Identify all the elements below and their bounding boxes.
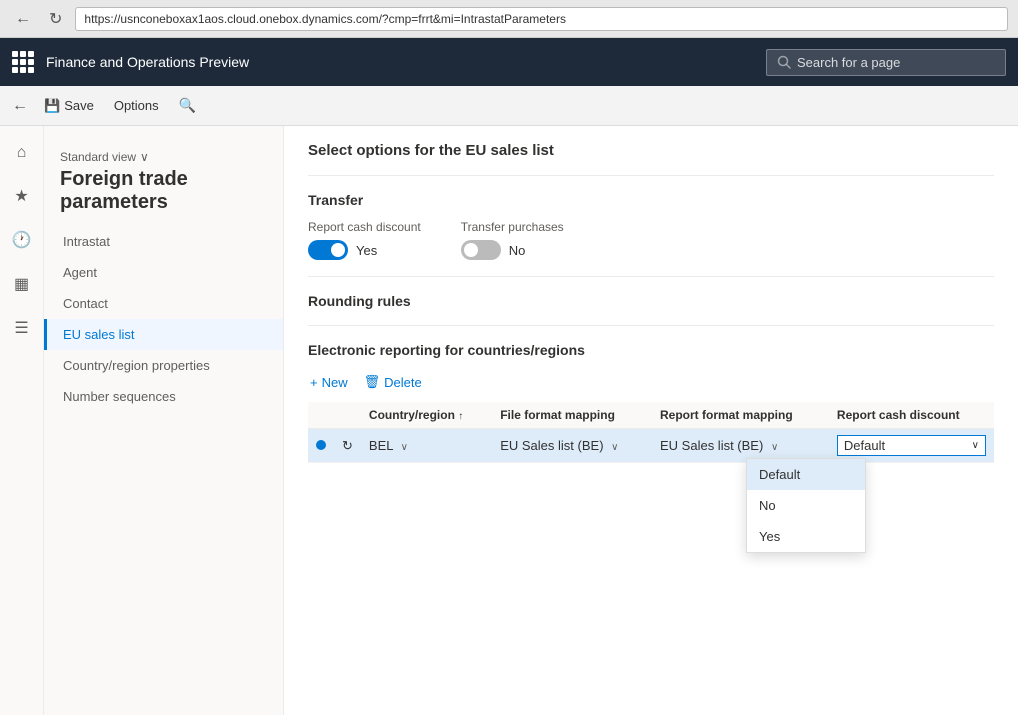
table-toolbar: + New 🗑 Delete	[308, 370, 994, 394]
row-refresh-cell[interactable]: ↻	[334, 429, 361, 463]
country-value: BEL	[369, 438, 393, 453]
sidebar-item-eu-sales-list[interactable]: EU sales list	[44, 319, 283, 350]
row-radio-cell[interactable]	[308, 429, 334, 463]
main-layout: ⌂ ★ 🕐 ▦ ☰ Standard view ∨ Foreign trade …	[0, 126, 1018, 715]
refresh-button[interactable]: ↻	[44, 7, 67, 31]
trash-icon: 🗑	[364, 374, 381, 390]
dropdown-option-no[interactable]: No	[747, 490, 865, 521]
transfer-purchases-value: No	[509, 243, 526, 258]
app-header: Finance and Operations Preview Search fo…	[0, 38, 1018, 86]
divider-3	[308, 325, 994, 326]
save-button[interactable]: 💾 Save	[36, 94, 102, 118]
url-bar[interactable]	[75, 7, 1008, 31]
app-grid-icon[interactable]	[12, 51, 34, 73]
report-cash-discount-toggle[interactable]	[308, 240, 348, 260]
rounding-rules-title: Rounding rules	[308, 293, 994, 309]
transfer-purchases-toggle[interactable]	[461, 240, 501, 260]
sidebar-item-contact[interactable]: Contact	[44, 288, 283, 319]
report-cash-discount-toggle-row: Yes	[308, 240, 421, 260]
sidebar-modules-icon[interactable]: ▦	[8, 268, 35, 300]
search-placeholder-text: Search for a page	[797, 55, 900, 70]
divider-2	[308, 276, 994, 277]
new-button[interactable]: + New	[308, 371, 350, 394]
standard-view-button[interactable]: Standard view ∨	[60, 150, 267, 164]
main-content: Select options for the EU sales list Tra…	[284, 126, 1018, 715]
sidebar-item-number-sequences[interactable]: Number sequences	[44, 381, 283, 412]
delete-label: Delete	[384, 375, 422, 390]
table-row: ↻ BEL ∨ EU Sales list (BE) ∨ EU Sales li…	[308, 429, 994, 463]
electronic-reporting-table: Country/region ↑ File format mapping Rep…	[308, 402, 994, 463]
row-file-format-cell: EU Sales list (BE) ∨	[492, 429, 652, 463]
toggle-slider-on	[308, 240, 348, 260]
report-format-chevron-icon: ∨	[771, 442, 778, 453]
section-title: Select options for the EU sales list	[308, 142, 994, 159]
cash-discount-value: Default	[844, 438, 885, 453]
file-format-value: EU Sales list (BE)	[500, 438, 603, 453]
report-cash-discount-group: Report cash discount Yes	[308, 220, 421, 260]
dropdown-chevron-icon: ∨	[972, 440, 979, 451]
transfer-grid: Report cash discount Yes Transfer purcha…	[308, 220, 994, 260]
delete-button[interactable]: 🗑 Delete	[362, 370, 424, 394]
dropdown-option-default[interactable]: Default	[747, 459, 865, 490]
sidebar-icon-rail: ⌂ ★ 🕐 ▦ ☰	[0, 126, 44, 715]
file-format-chevron-icon: ∨	[611, 442, 618, 453]
row-country-cell: BEL ∨	[361, 429, 492, 463]
report-cash-discount-value: Yes	[356, 243, 377, 258]
toolbar-back-button[interactable]: ←	[8, 93, 32, 119]
page-title: Foreign trade parameters	[60, 168, 267, 214]
page-header: Standard view ∨ Foreign trade parameters	[44, 142, 283, 226]
toolbar-search-button[interactable]: 🔍	[171, 93, 204, 118]
sidebar-item-intrastat[interactable]: Intrastat	[44, 226, 283, 257]
cash-discount-dropdown[interactable]: Default ∨	[837, 435, 986, 456]
save-label: Save	[64, 98, 94, 113]
toolbar: ← 💾 Save Options 🔍	[0, 86, 1018, 126]
transfer-purchases-toggle-row: No	[461, 240, 564, 260]
divider-1	[308, 175, 994, 176]
transfer-purchases-group: Transfer purchases No	[461, 220, 564, 260]
col-cash-discount: Report cash discount	[829, 402, 994, 429]
sidebar-item-agent[interactable]: Agent	[44, 257, 283, 288]
sidebar-item-country-region[interactable]: Country/region properties	[44, 350, 283, 381]
electronic-reporting-title: Electronic reporting for countries/regio…	[308, 342, 994, 358]
nav-sidebar: Standard view ∨ Foreign trade parameters…	[44, 126, 284, 715]
standard-view-label: Standard view	[60, 150, 136, 164]
new-label: New	[322, 375, 348, 390]
plus-icon: +	[310, 375, 318, 390]
sidebar-menu-icon[interactable]: ☰	[8, 312, 34, 344]
nav-items: Intrastat Agent Contact EU sales list Co…	[44, 226, 283, 412]
transfer-purchases-label: Transfer purchases	[461, 220, 564, 234]
col-radio	[308, 402, 334, 429]
standard-view-chevron: ∨	[140, 150, 149, 164]
row-selected-indicator	[316, 440, 326, 450]
browser-bar: ← ↻	[0, 0, 1018, 38]
transfer-section-title: Transfer	[308, 192, 994, 208]
col-refresh	[334, 402, 361, 429]
country-chevron-icon: ∨	[401, 442, 408, 453]
col-report-format: Report format mapping	[652, 402, 829, 429]
table-header-row: Country/region ↑ File format mapping Rep…	[308, 402, 994, 429]
options-button[interactable]: Options	[106, 94, 167, 117]
app-title: Finance and Operations Preview	[46, 54, 754, 70]
back-button[interactable]: ←	[10, 8, 36, 30]
sidebar-favorites-icon[interactable]: ★	[8, 180, 34, 212]
col-country: Country/region ↑	[361, 402, 492, 429]
report-cash-discount-label: Report cash discount	[308, 220, 421, 234]
save-icon: 💾	[44, 98, 60, 114]
sidebar-home-icon[interactable]: ⌂	[11, 138, 33, 168]
cash-discount-dropdown-menu: Default No Yes	[746, 458, 866, 553]
toggle-slider-off	[461, 240, 501, 260]
report-format-value: EU Sales list (BE)	[660, 438, 763, 453]
col-file-format: File format mapping	[492, 402, 652, 429]
search-icon	[777, 55, 791, 69]
dropdown-option-yes[interactable]: Yes	[747, 521, 865, 552]
global-search-bar[interactable]: Search for a page	[766, 49, 1006, 76]
sort-icon: ↑	[458, 411, 463, 422]
sidebar-recent-icon[interactable]: 🕐	[6, 224, 38, 256]
